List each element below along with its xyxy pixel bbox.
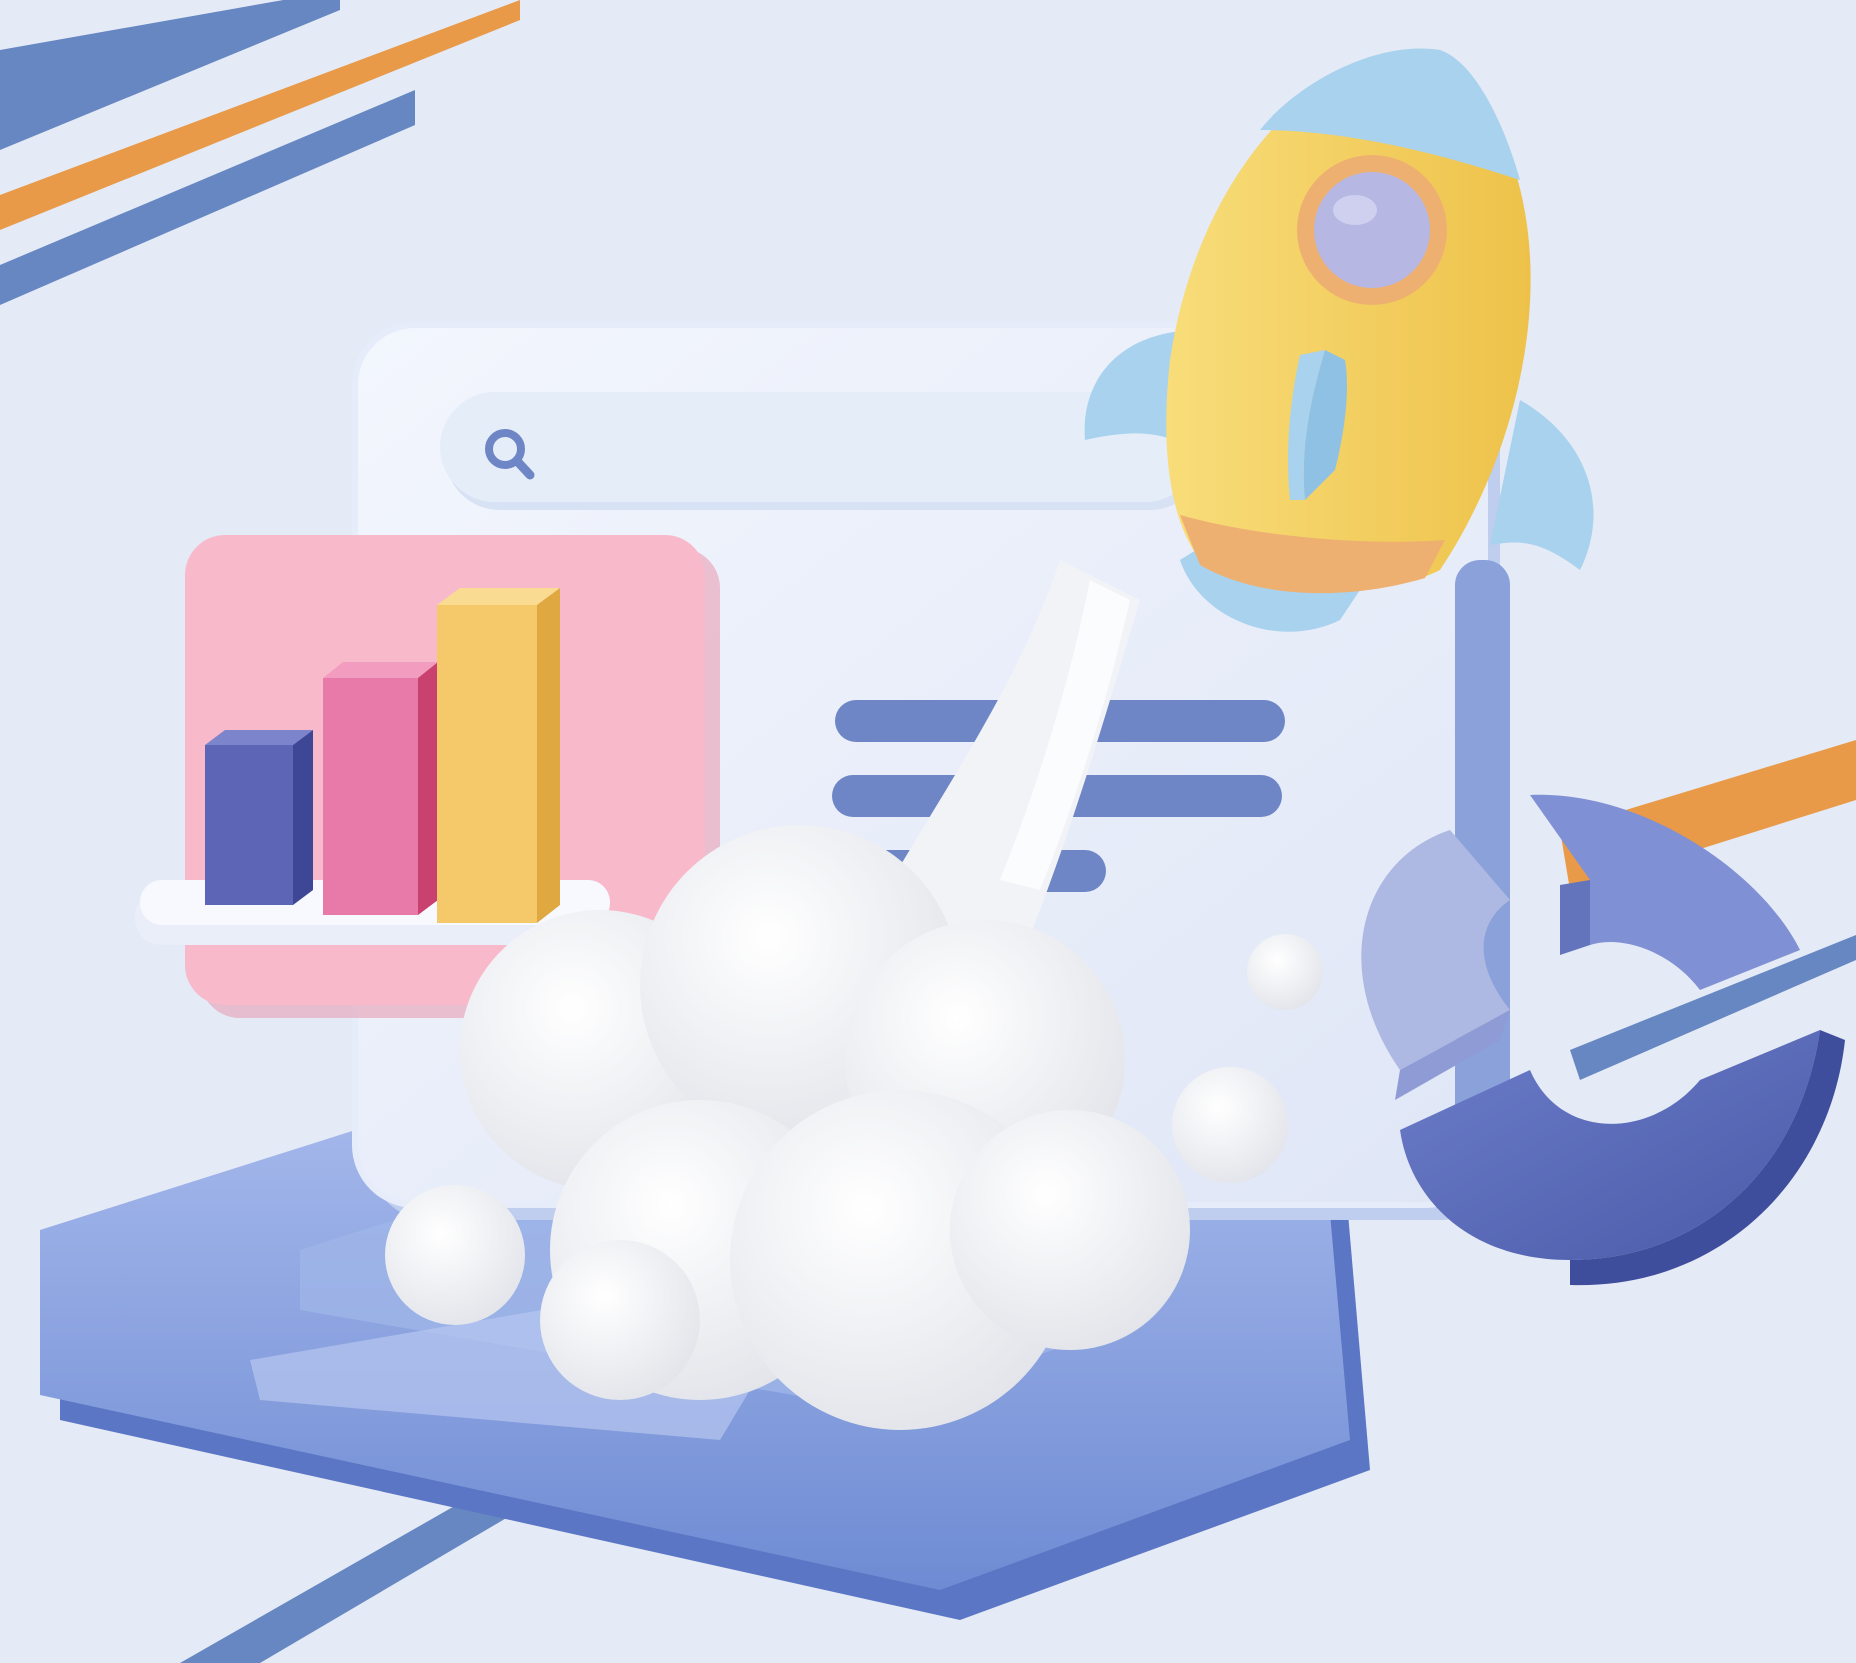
chart-bar-2	[323, 662, 438, 915]
illustration-scene	[0, 0, 1856, 1663]
chart-bar-3	[437, 588, 560, 923]
rocket-window	[1297, 155, 1447, 305]
illustration-canvas	[40, 48, 1845, 1620]
chart-bar-1	[205, 730, 313, 905]
